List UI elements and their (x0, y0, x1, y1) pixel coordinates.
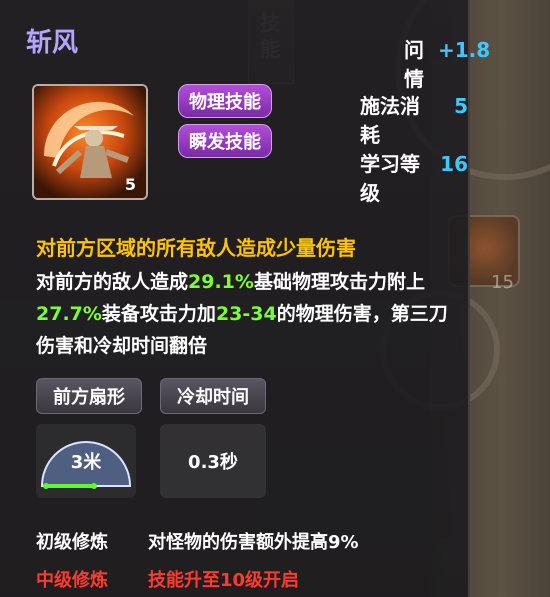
mastery-effect: 对怪物的伤害额外提高9% (148, 532, 359, 553)
range-type-label: 前方扇形 (36, 378, 142, 414)
skill-name: 斩风 (26, 28, 79, 58)
mastery-name: 初级修炼 (36, 532, 108, 553)
description-text: 基础物理攻击力附上 (253, 271, 425, 293)
range-value: 3米 (70, 452, 102, 473)
mastery-name: 中级修炼 (36, 570, 108, 591)
cooldown-box: 0.3秒 (160, 424, 266, 498)
stat-value: +1.8 (438, 38, 491, 62)
cooldown-label: 冷却时间 (160, 378, 266, 414)
stat-row-learn-level: 学习等级 16 (360, 148, 468, 206)
skill-tooltip: 斩风 问情 +1.8 施法消耗 5 学习等级 16 5 物理技能 瞬发技能 对前… (0, 0, 490, 597)
mastery-basic: 初级修炼 对怪物的伤害额外提高9% (36, 528, 359, 554)
stat-label: 施法消耗 (360, 94, 420, 147)
description-value: 23-34 (215, 303, 277, 325)
stat-row-wenqing: 问情 +1.8 (404, 34, 490, 92)
background-skill-level: 15 (491, 272, 514, 293)
description-value: 27.7% (36, 303, 102, 325)
stat-value: 5 (454, 94, 468, 118)
description-text: 装备攻击力加 (101, 303, 216, 325)
tag-instant-skill: 瞬发技能 (178, 124, 272, 158)
skill-icon: 5 (32, 84, 148, 200)
description-text: 对前方的敌人造成 (36, 271, 189, 293)
skill-description: 对前方的敌人造成29.1%基础物理攻击力附上27.7%装备攻击力加23-34的物… (36, 266, 466, 362)
stat-row-cast-cost: 施法消耗 5 (360, 90, 468, 148)
tag-physical-skill: 物理技能 (178, 84, 272, 118)
description-value: 29.1% (188, 271, 254, 293)
range-indicator: 3米 (36, 424, 136, 498)
mastery-intermediate: 中级修炼 技能升至10级开启 (36, 566, 299, 592)
cooldown-value: 0.3秒 (188, 452, 238, 473)
skill-level: 5 (124, 175, 136, 194)
stat-value: 16 (440, 152, 468, 176)
stat-label: 学习等级 (360, 152, 420, 205)
skill-summary: 对前方区域的所有敌人造成少量伤害 (36, 236, 356, 260)
stat-label: 问情 (404, 38, 424, 91)
mastery-effect: 技能升至10级开启 (148, 570, 300, 591)
